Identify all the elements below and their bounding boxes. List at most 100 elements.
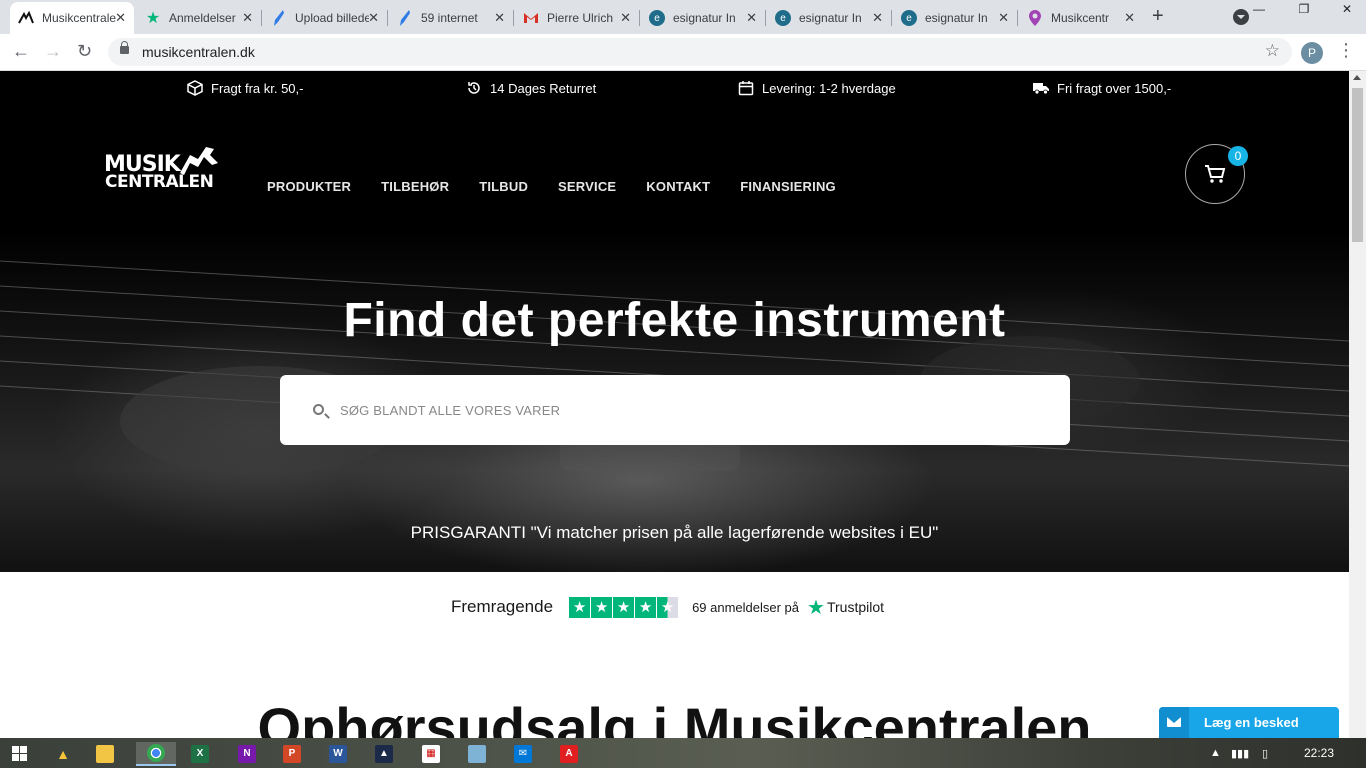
tab-anmeldelser[interactable]: ★ Anmeldelser ✕ bbox=[137, 2, 262, 34]
windows-start-icon[interactable] bbox=[12, 746, 27, 761]
product-search-box bbox=[280, 375, 1070, 445]
mail-icon[interactable]: ✉ bbox=[507, 742, 539, 766]
esignatur-icon: e bbox=[901, 10, 917, 26]
tab-esignatur-1[interactable]: e esignatur In ✕ bbox=[641, 2, 766, 34]
trustpilot-rating-label: Fremragende bbox=[451, 597, 554, 616]
powerpoint-icon[interactable]: P bbox=[276, 742, 308, 766]
acrobat-icon[interactable]: A bbox=[553, 742, 585, 766]
minimize-button[interactable]: — bbox=[1244, 0, 1274, 20]
search-icon[interactable] bbox=[313, 404, 324, 415]
page-scrollbar[interactable] bbox=[1349, 71, 1366, 738]
calendar-icon bbox=[738, 80, 754, 96]
main-navigation: PRODUKTER TILBEHØR TILBUD SERVICE KONTAK… bbox=[267, 179, 866, 194]
close-tab-icon[interactable]: ✕ bbox=[494, 10, 505, 26]
close-window-button[interactable]: ✕ bbox=[1332, 0, 1362, 20]
tab-title: Pierre Ulrich bbox=[547, 11, 614, 25]
close-tab-icon[interactable]: ✕ bbox=[1124, 10, 1135, 26]
excel-icon[interactable]: X bbox=[184, 742, 216, 766]
truck-icon bbox=[1033, 80, 1049, 96]
photos-icon[interactable] bbox=[461, 742, 493, 766]
usp-free-shipping: Fri fragt over 1500,- bbox=[1033, 79, 1171, 97]
usp-text: Fri fragt over 1500,- bbox=[1057, 80, 1172, 96]
tab-title: esignatur In bbox=[925, 11, 988, 25]
usp-delivery: Levering: 1-2 hverdage bbox=[738, 79, 896, 97]
forward-button[interactable]: → bbox=[44, 41, 62, 62]
close-tab-icon[interactable]: ✕ bbox=[746, 10, 757, 26]
section-title: Ophørsudsalg i Musikcentralen bbox=[257, 696, 1092, 738]
url-text[interactable]: musikcentralen.dk bbox=[142, 44, 255, 60]
browser-toolbar: ← → ↻ musikcentralen.dk ☆ P ⋮ bbox=[0, 34, 1366, 71]
usp-text: Levering: 1-2 hverdage bbox=[762, 80, 896, 96]
nav-service[interactable]: SERVICE bbox=[558, 179, 616, 194]
close-tab-icon[interactable]: ✕ bbox=[998, 10, 1009, 26]
chrome-icon[interactable] bbox=[136, 742, 176, 766]
nav-tilbud[interactable]: TILBUD bbox=[479, 179, 528, 194]
word-icon[interactable]: W bbox=[322, 742, 354, 766]
trustpilot-widget[interactable]: Fremragende ★ ★ ★ ★ ★ 69 anmeldelser på … bbox=[451, 595, 884, 619]
close-tab-icon[interactable]: ✕ bbox=[242, 10, 253, 26]
trustpilot-brand: Trustpilot bbox=[826, 599, 885, 615]
system-clock[interactable]: 22:23 bbox=[1304, 746, 1334, 760]
tab-gmail[interactable]: Pierre Ulrich ✕ bbox=[515, 2, 640, 34]
tab-musikcentralen[interactable]: Musikcentralen ✕ bbox=[10, 2, 134, 34]
chat-label: Læg en besked bbox=[1204, 715, 1299, 730]
back-button[interactable]: ← bbox=[12, 41, 30, 62]
address-bar[interactable]: musikcentralen.dk ☆ bbox=[108, 38, 1292, 66]
close-tab-icon[interactable]: ✕ bbox=[872, 10, 883, 26]
star-icon: ★ bbox=[591, 596, 613, 618]
map-pin-icon bbox=[1027, 10, 1043, 26]
browser-menu-icon[interactable]: ⋮ bbox=[1337, 40, 1355, 61]
close-tab-icon[interactable]: ✕ bbox=[368, 10, 379, 26]
onenote-icon[interactable]: N bbox=[231, 742, 263, 766]
battery-icon[interactable]: ▯ bbox=[1262, 747, 1268, 760]
new-tab-button[interactable]: + bbox=[1152, 5, 1164, 28]
trustpilot-star-icon: ★ bbox=[145, 10, 161, 27]
envelope-icon bbox=[1159, 707, 1189, 738]
app-icon[interactable]: ▲ bbox=[368, 742, 400, 766]
windows-taskbar: ▲ X N P W ▲ ▦ ✉ A ▲ ▮▮▮ ▯ 22:23 bbox=[0, 738, 1366, 768]
bookmark-star-icon[interactable]: ☆ bbox=[1265, 41, 1280, 61]
show-hidden-icons-icon[interactable]: ▲ bbox=[1210, 747, 1221, 759]
browser-tabstrip: Musikcentralen ✕ ★ Anmeldelser ✕ Upload … bbox=[0, 0, 1366, 34]
tab-esignatur-3[interactable]: e esignatur In ✕ bbox=[893, 2, 1018, 34]
nav-kontakt[interactable]: KONTAKT bbox=[646, 179, 710, 194]
tab-title: Anmeldelser bbox=[169, 11, 236, 25]
nav-tilbehoer[interactable]: TILBEHØR bbox=[381, 179, 449, 194]
close-tab-icon[interactable]: ✕ bbox=[115, 10, 126, 26]
scroll-up-arrow-icon[interactable] bbox=[1353, 75, 1361, 80]
tab-title: Musikcentralen bbox=[42, 11, 116, 25]
musikcentralen-favicon bbox=[18, 10, 34, 26]
tab-upload[interactable]: Upload billede ✕ bbox=[263, 2, 388, 34]
half-star-icon: ★ bbox=[657, 596, 679, 618]
reload-button[interactable]: ↻ bbox=[77, 41, 92, 62]
close-tab-icon[interactable]: ✕ bbox=[620, 10, 631, 26]
scrollbar-thumb[interactable] bbox=[1352, 88, 1363, 242]
hero-headline: Find det perfekte instrument bbox=[343, 294, 1006, 347]
restore-button[interactable]: ❐ bbox=[1289, 0, 1319, 20]
trustpilot-logo: ★ Trustpilot bbox=[807, 595, 884, 620]
file-explorer-icon[interactable] bbox=[89, 742, 121, 766]
lock-icon[interactable] bbox=[120, 41, 129, 54]
nav-produkter[interactable]: PRODUKTER bbox=[267, 179, 351, 194]
search-input[interactable] bbox=[340, 397, 1040, 423]
price-guarantee-text: PRISGARANTI "Vi matcher prisen på alle l… bbox=[410, 523, 939, 542]
hero-section: Fragt fra kr. 50,- 14 Dages Returret Lev… bbox=[0, 71, 1349, 572]
tab-title: 59 internet bbox=[421, 11, 478, 25]
usp-text: 14 Dages Returret bbox=[490, 80, 597, 96]
nav-finansiering[interactable]: FINANSIERING bbox=[740, 179, 836, 194]
star-icon: ★ bbox=[613, 596, 635, 618]
tab-musikcentralen-map[interactable]: Musikcentr ✕ bbox=[1019, 2, 1143, 34]
site-logo[interactable]: MUSIK CENTRALEN bbox=[104, 143, 224, 193]
people-icon[interactable]: ▲ bbox=[47, 742, 79, 766]
tab-esignatur-2[interactable]: e esignatur In ✕ bbox=[767, 2, 892, 34]
star-icon: ★ bbox=[569, 596, 591, 618]
network-icon[interactable]: ▮▮▮ bbox=[1231, 747, 1249, 760]
profile-avatar[interactable]: P bbox=[1301, 42, 1323, 64]
calendar-app-icon[interactable]: ▦ bbox=[415, 742, 447, 766]
tab-title: esignatur In bbox=[799, 11, 862, 25]
esignatur-icon: e bbox=[775, 10, 791, 26]
tab-59-internet[interactable]: 59 internet ✕ bbox=[389, 2, 514, 34]
leave-message-chat-button[interactable]: Læg en besked bbox=[1159, 707, 1339, 738]
tab-title: Upload billede bbox=[295, 11, 369, 25]
box-icon bbox=[187, 80, 203, 96]
